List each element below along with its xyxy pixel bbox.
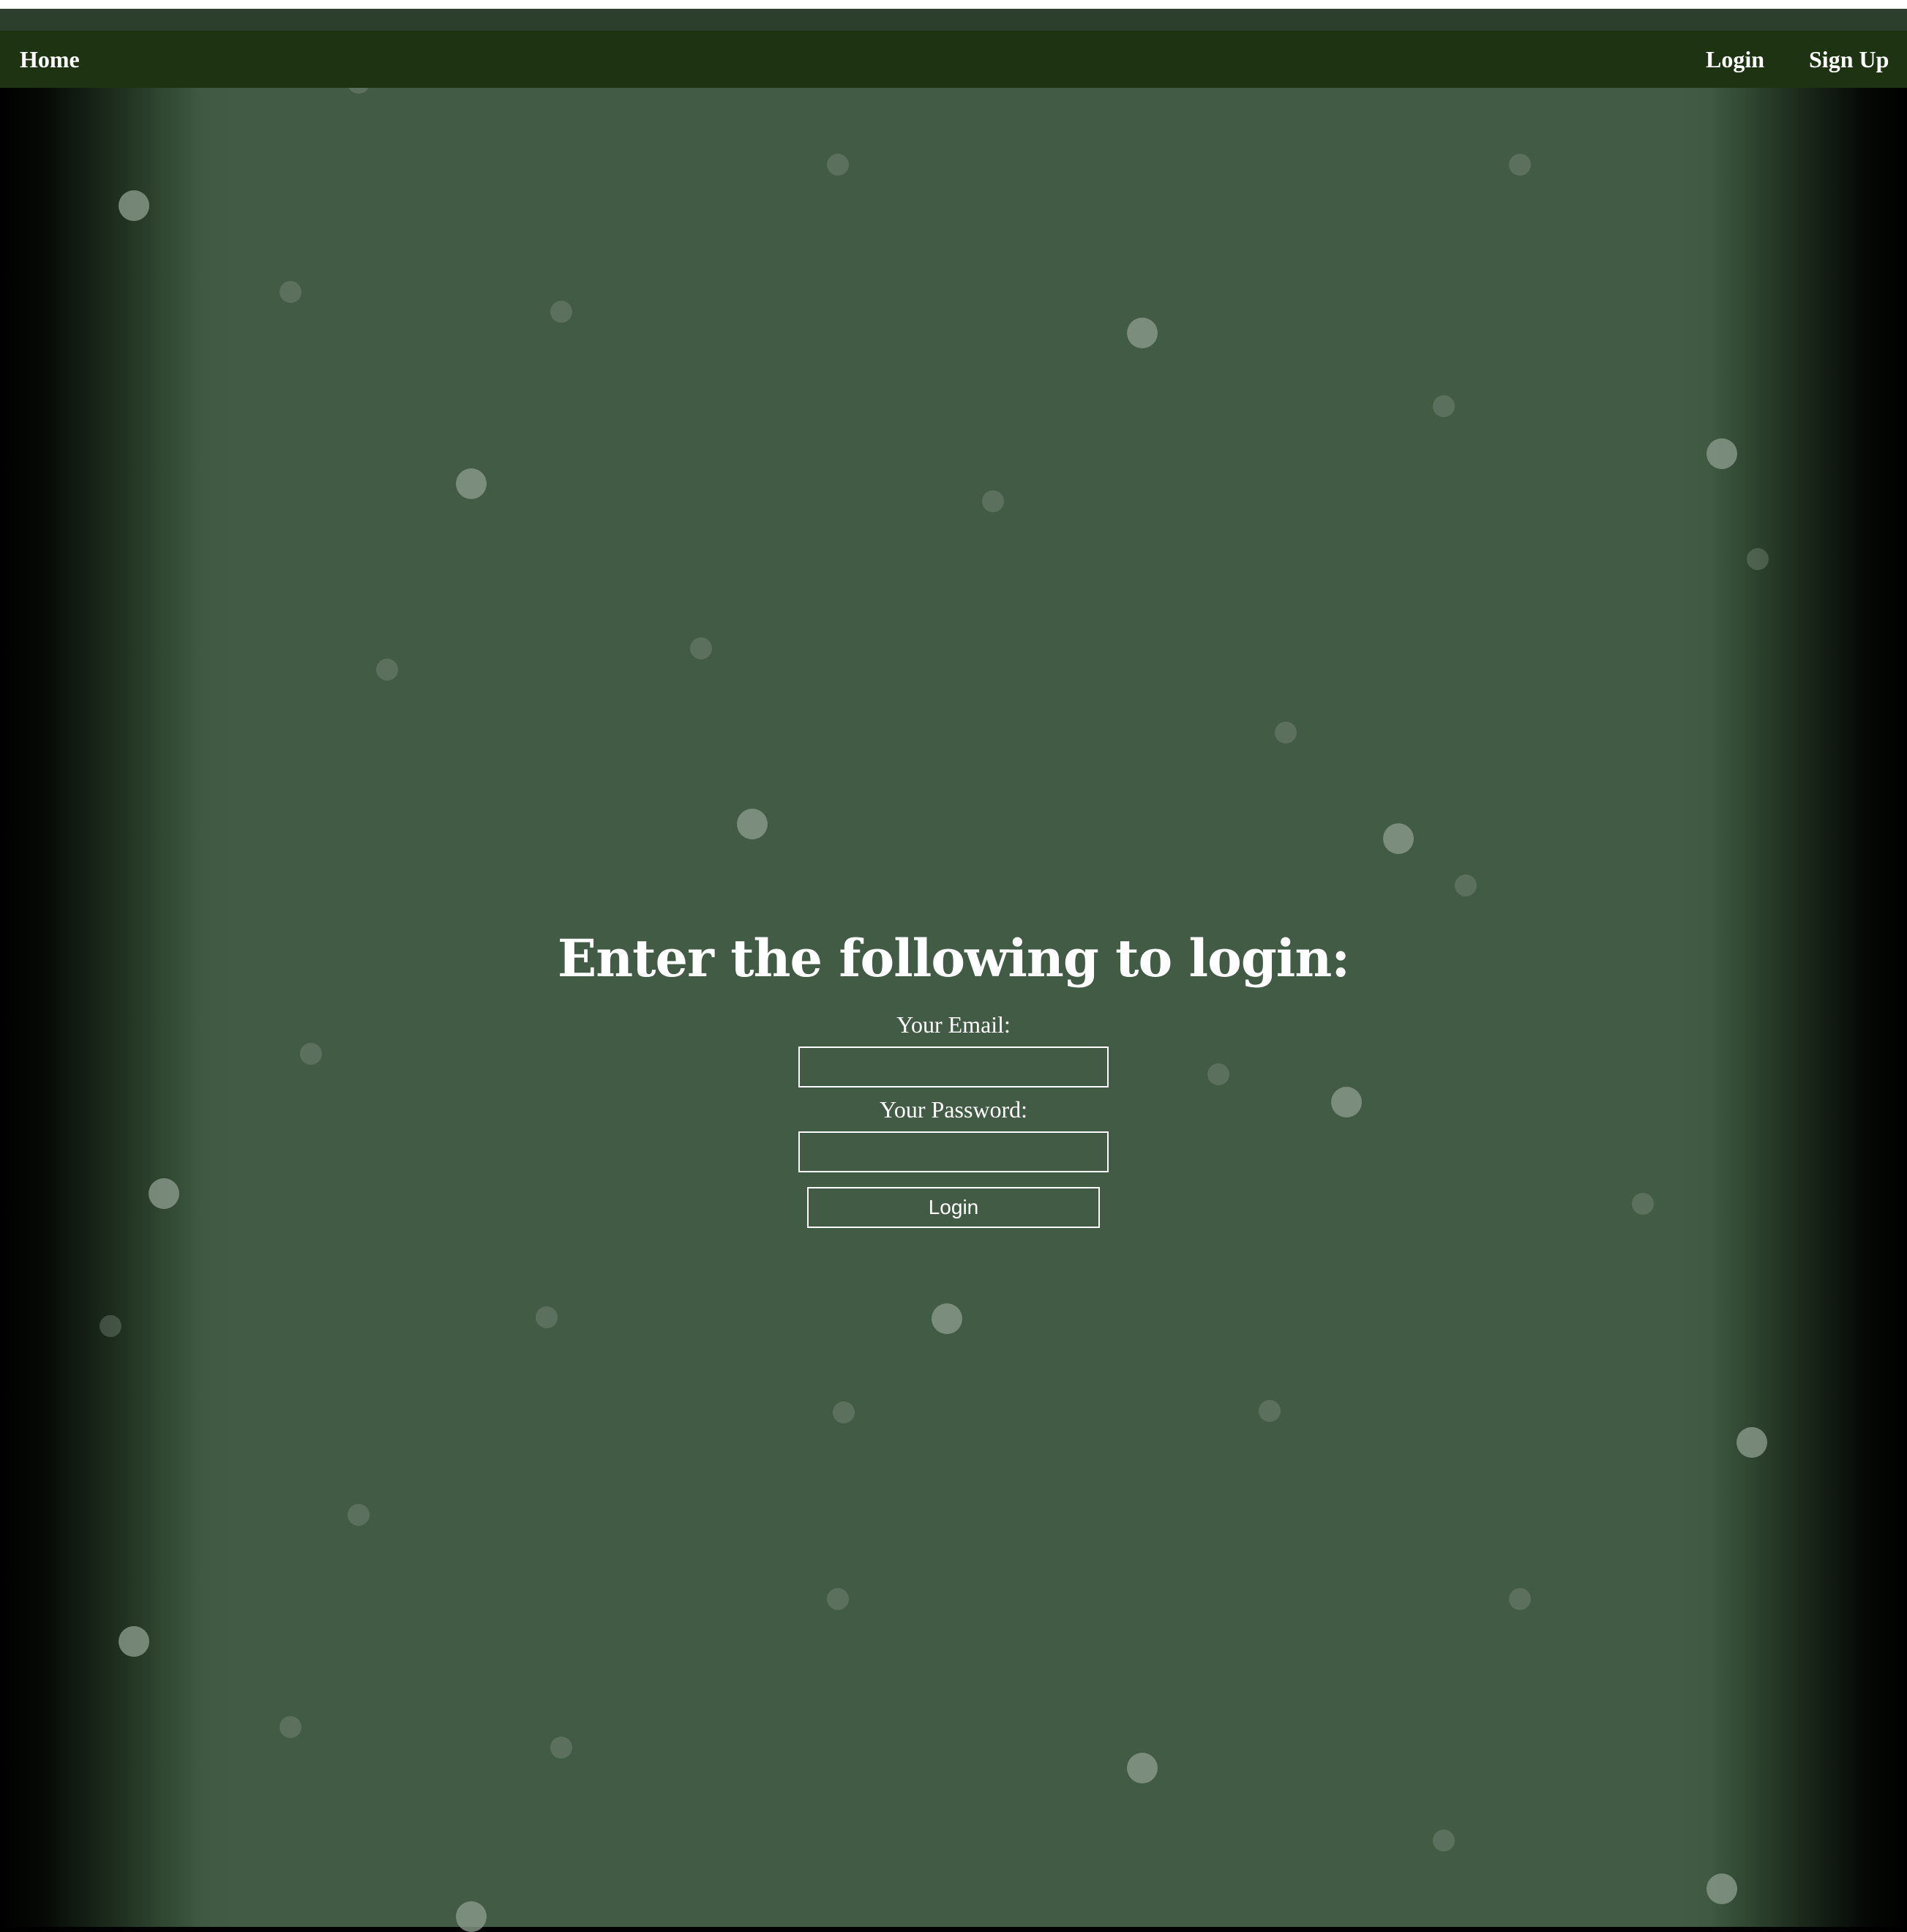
snow-dot bbox=[827, 154, 849, 176]
login-button[interactable]: Login bbox=[807, 1187, 1100, 1228]
snow-dot bbox=[1433, 395, 1455, 417]
snow-dot bbox=[550, 301, 572, 323]
snow-dot bbox=[119, 190, 149, 221]
snow-dot bbox=[1383, 823, 1414, 854]
snow-dot bbox=[833, 1401, 855, 1423]
snow-dot bbox=[550, 1737, 572, 1759]
email-field[interactable] bbox=[798, 1046, 1109, 1087]
snow-dot bbox=[827, 1588, 849, 1610]
snow-dot bbox=[1509, 1588, 1531, 1610]
snow-dot bbox=[119, 1626, 149, 1657]
snow-dot bbox=[280, 1716, 301, 1738]
snow-dot bbox=[348, 1504, 370, 1526]
password-label: Your Password: bbox=[879, 1096, 1028, 1123]
snow-dot bbox=[100, 1315, 121, 1337]
snow-dot bbox=[737, 809, 768, 839]
snow-dot bbox=[932, 1303, 962, 1334]
snow-dot bbox=[1509, 154, 1531, 176]
snow-dot bbox=[982, 490, 1004, 512]
snow-dot bbox=[1747, 548, 1769, 570]
snow-dot bbox=[1259, 1400, 1281, 1422]
nav-login-link[interactable]: Login bbox=[1706, 31, 1764, 88]
email-label: Your Email: bbox=[896, 1011, 1011, 1038]
top-navbar: Home Login Sign Up bbox=[0, 31, 1907, 88]
login-form: Your Email: Your Password: Login bbox=[0, 1010, 1907, 1228]
snow-dot bbox=[536, 1306, 558, 1328]
snow-dot bbox=[1433, 1830, 1455, 1852]
nav-signup-link[interactable]: Sign Up bbox=[1809, 31, 1889, 88]
password-field[interactable] bbox=[798, 1131, 1109, 1172]
snow-dot bbox=[1706, 1873, 1737, 1904]
snow-dot bbox=[1127, 1753, 1158, 1783]
snow-dot bbox=[1455, 875, 1477, 896]
page-title: Enter the following to login: bbox=[557, 928, 1350, 989]
snow-dot bbox=[376, 659, 398, 681]
snow-dot bbox=[1275, 722, 1297, 744]
snow-dot bbox=[280, 281, 301, 303]
login-form-container: Enter the following to login: Your Email… bbox=[0, 907, 1907, 1228]
snow-dot bbox=[690, 637, 712, 659]
snow-dot bbox=[456, 468, 487, 499]
snow-dot bbox=[1736, 1427, 1767, 1458]
snow-dot bbox=[456, 1901, 487, 1932]
snow-dot bbox=[1706, 438, 1737, 469]
nav-home-link[interactable]: Home bbox=[20, 31, 80, 88]
snow-dot bbox=[1127, 318, 1158, 348]
